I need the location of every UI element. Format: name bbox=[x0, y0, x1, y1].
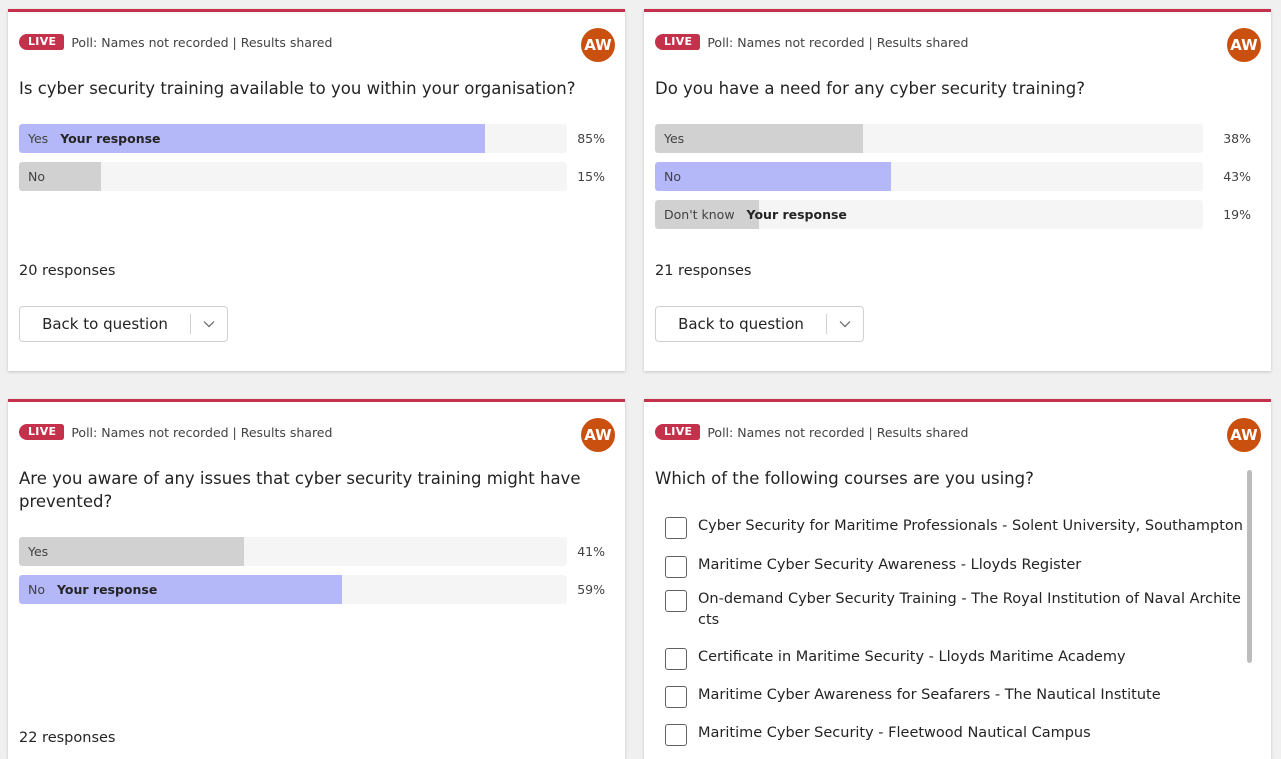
response-count: 20 responses bbox=[19, 263, 116, 279]
poll-question: Do you have a need for any cyber securit… bbox=[655, 79, 1085, 98]
course-option[interactable]: Maritime Cyber Awareness for Seafarers -… bbox=[665, 685, 1253, 708]
option-percent: 85% bbox=[577, 131, 605, 146]
option-percent: 19% bbox=[1223, 207, 1251, 222]
course-option-label: On-demand Cyber Security Training - The … bbox=[698, 591, 1241, 628]
poll-option-yes: Yes Your response bbox=[19, 124, 567, 153]
back-to-question-split-button: Back to question bbox=[19, 306, 228, 342]
checkbox[interactable] bbox=[665, 724, 687, 746]
poll-header: LIVE Poll: Names not recorded | Results … bbox=[655, 33, 968, 51]
option-percent: 38% bbox=[1223, 131, 1251, 146]
course-option-label: Maritime Cyber Awareness for Seafarers -… bbox=[698, 687, 1161, 703]
avatar[interactable]: AW bbox=[581, 418, 615, 452]
poll-header: LIVE Poll: Names not recorded | Results … bbox=[655, 423, 968, 441]
course-option[interactable]: Certificate in Maritime Security - Lloyd… bbox=[665, 647, 1253, 670]
poll-header: LIVE Poll: Names not recorded | Results … bbox=[19, 33, 332, 51]
scrollbar[interactable] bbox=[1247, 470, 1252, 663]
poll-option-yes: Yes bbox=[19, 537, 567, 566]
poll-question: Are you aware of any issues that cyber s… bbox=[19, 469, 581, 511]
checkbox[interactable] bbox=[665, 517, 687, 539]
option-label: No bbox=[28, 582, 45, 597]
option-label: No bbox=[28, 169, 45, 184]
option-label: No bbox=[664, 169, 681, 184]
poll-option-dont-know: Don't know Your response bbox=[655, 200, 1203, 229]
course-option[interactable]: On-demand Cyber Security Training - The … bbox=[665, 589, 1253, 631]
avatar[interactable]: AW bbox=[581, 28, 615, 62]
checkbox[interactable] bbox=[665, 556, 687, 578]
live-badge: LIVE bbox=[655, 34, 701, 50]
your-response-tag: Your response bbox=[60, 131, 161, 146]
chevron-down-icon[interactable] bbox=[827, 307, 863, 341]
poll-card-3: LIVE Poll: Names not recorded | Results … bbox=[8, 399, 625, 759]
poll-card-2: LIVE Poll: Names not recorded | Results … bbox=[644, 9, 1271, 371]
poll-question: Is cyber security training available to … bbox=[19, 79, 576, 98]
chevron-down-icon[interactable] bbox=[191, 307, 227, 341]
your-response-tag: Your response bbox=[57, 582, 158, 597]
option-fill-bar bbox=[19, 537, 244, 566]
course-option[interactable]: Maritime Cyber Security - Fleetwood Naut… bbox=[665, 723, 1253, 746]
response-count: 21 responses bbox=[655, 263, 752, 279]
poll-option-no: No bbox=[655, 162, 1203, 191]
course-option[interactable]: Cyber Security for Maritime Professional… bbox=[665, 516, 1253, 539]
poll-card-4: LIVE Poll: Names not recorded | Results … bbox=[644, 399, 1271, 759]
avatar[interactable]: AW bbox=[1227, 418, 1261, 452]
your-response-tag: Your response bbox=[746, 207, 847, 222]
poll-option-no: No bbox=[19, 162, 567, 191]
response-count: 22 responses bbox=[19, 730, 116, 746]
poll-card-1: LIVE Poll: Names not recorded | Results … bbox=[8, 9, 625, 371]
poll-meta: Poll: Names not recorded | Results share… bbox=[71, 424, 333, 440]
live-badge: LIVE bbox=[655, 424, 701, 440]
option-label: Yes bbox=[28, 544, 49, 559]
course-option-label: Certificate in Maritime Security - Lloyd… bbox=[698, 649, 1126, 665]
course-option[interactable]: Maritime Cyber Security Awareness - Lloy… bbox=[665, 555, 1253, 578]
checkbox[interactable] bbox=[665, 590, 687, 612]
course-option-label: Maritime Cyber Security - Fleetwood Naut… bbox=[698, 725, 1091, 741]
option-fill-bar bbox=[655, 124, 864, 153]
poll-meta: Poll: Names not recorded | Results share… bbox=[707, 34, 969, 50]
option-label: Don't know bbox=[664, 207, 735, 222]
checkbox[interactable] bbox=[665, 686, 687, 708]
option-percent: 41% bbox=[577, 544, 605, 559]
option-percent: 15% bbox=[577, 169, 605, 184]
option-percent: 59% bbox=[577, 582, 605, 597]
option-label: Yes bbox=[28, 131, 49, 146]
live-badge: LIVE bbox=[19, 424, 65, 440]
poll-header: LIVE Poll: Names not recorded | Results … bbox=[19, 423, 332, 441]
course-option-label: Cyber Security for Maritime Professional… bbox=[698, 518, 1243, 534]
poll-question: Which of the following courses are you u… bbox=[655, 469, 1034, 488]
back-to-question-button[interactable]: Back to question bbox=[656, 307, 826, 341]
live-badge: LIVE bbox=[19, 34, 65, 50]
avatar[interactable]: AW bbox=[1227, 28, 1261, 62]
back-to-question-button[interactable]: Back to question bbox=[20, 307, 190, 341]
poll-meta: Poll: Names not recorded | Results share… bbox=[707, 424, 969, 440]
option-fill-bar bbox=[655, 162, 891, 191]
back-to-question-split-button: Back to question bbox=[655, 306, 864, 342]
poll-meta: Poll: Names not recorded | Results share… bbox=[71, 34, 333, 50]
course-option-label: Maritime Cyber Security Awareness - Lloy… bbox=[698, 557, 1082, 573]
option-percent: 43% bbox=[1223, 169, 1251, 184]
poll-option-yes: Yes bbox=[655, 124, 1203, 153]
checkbox[interactable] bbox=[665, 648, 687, 670]
poll-option-no: No Your response bbox=[19, 575, 567, 604]
option-label: Yes bbox=[664, 131, 685, 146]
